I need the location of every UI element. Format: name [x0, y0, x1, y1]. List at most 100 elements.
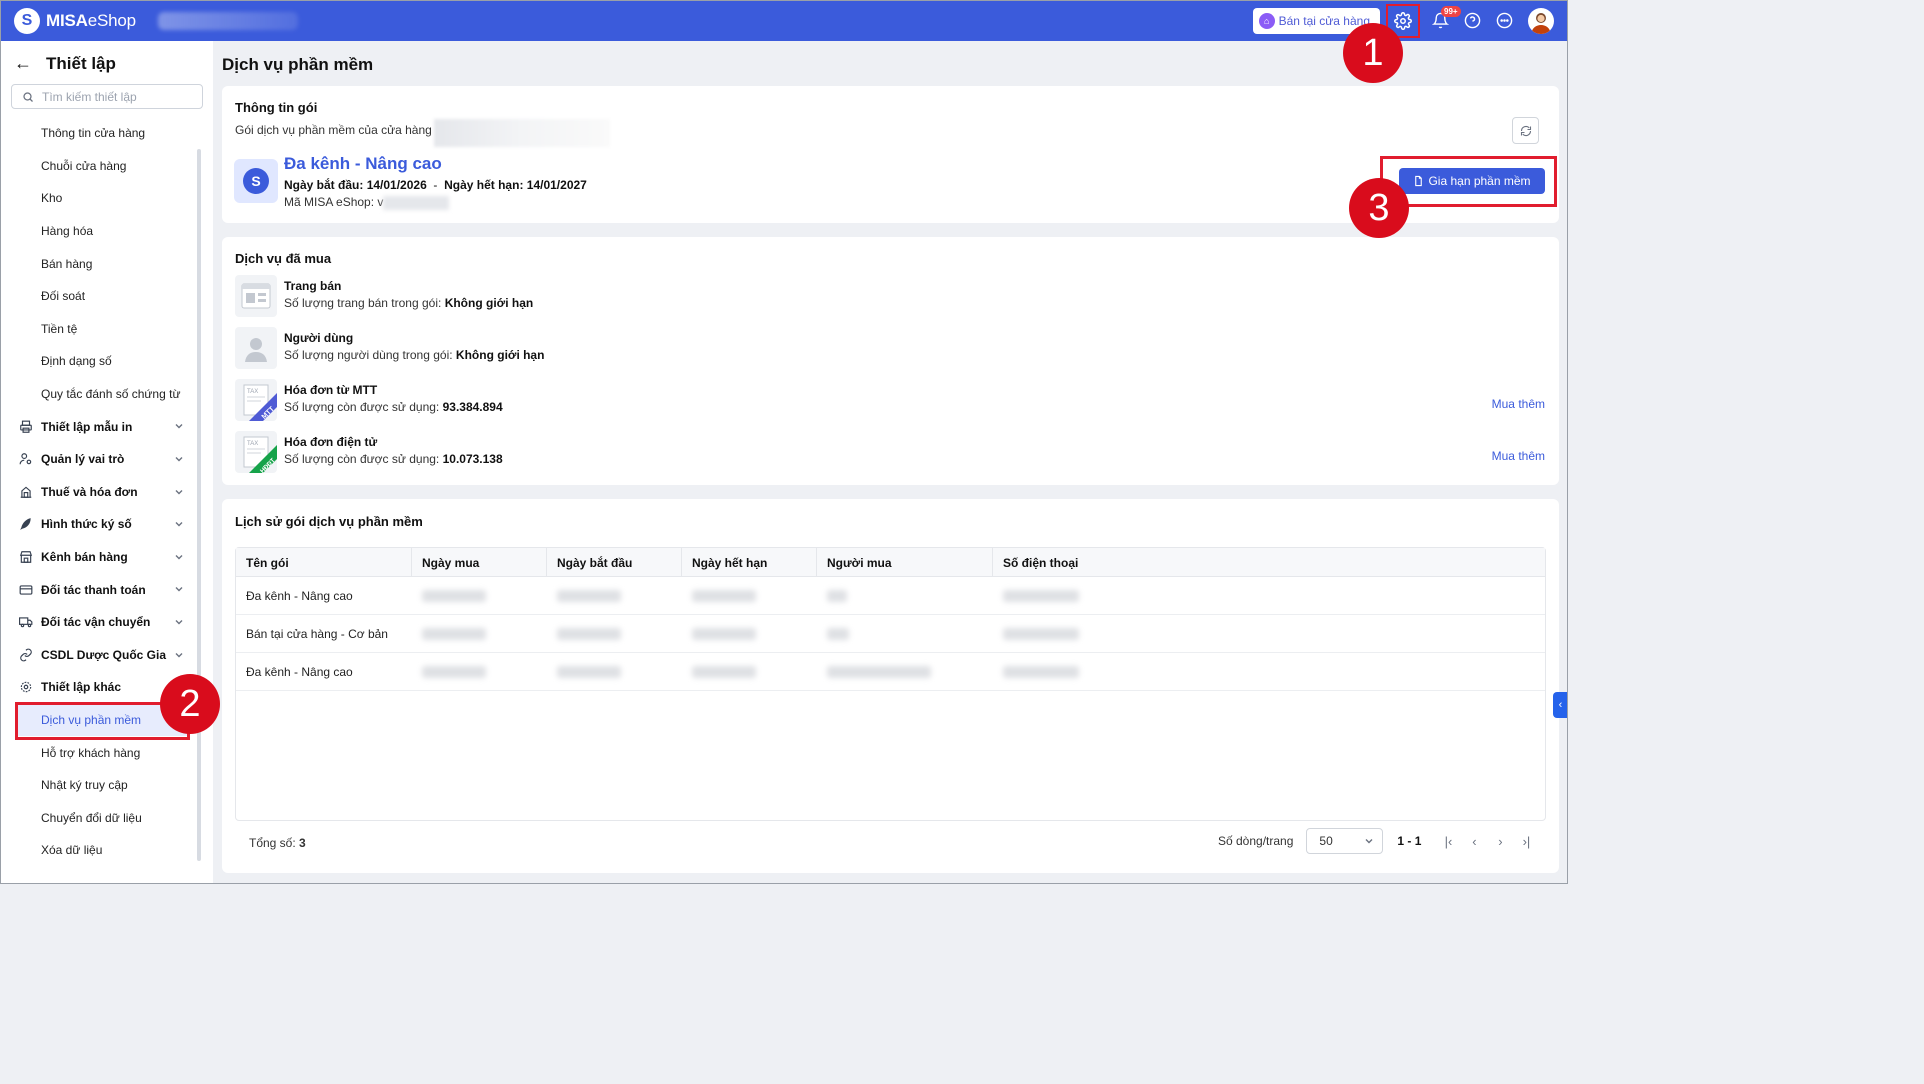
- sidebar-group-shipping-partners[interactable]: Đối tác vận chuyển: [0, 606, 200, 639]
- chevron-down-icon: [174, 649, 184, 663]
- sell-in-store-label: Bán tại cửa hàng: [1278, 13, 1370, 28]
- chevron-down-icon: [174, 616, 184, 630]
- avatar[interactable]: [1528, 7, 1554, 34]
- settings-icon: [1394, 11, 1412, 30]
- cell-redacted: [817, 577, 847, 615]
- package-code-redacted: [383, 195, 450, 210]
- refresh-icon: [1520, 125, 1531, 136]
- chevron-down-icon: [174, 486, 184, 500]
- refresh-button[interactable]: [1512, 117, 1539, 144]
- sidebar-item-currency[interactable]: Tiền tệ: [0, 313, 200, 346]
- table-row[interactable]: Đa kênh - Nâng cao: [236, 653, 1545, 691]
- next-page-icon[interactable]: ›: [1487, 834, 1513, 849]
- search-input[interactable]: [42, 89, 192, 104]
- service-desc-value: Không giới hạn: [455, 348, 545, 362]
- notification-button[interactable]: 99+: [1424, 0, 1461, 41]
- package-subtitle: Gói dịch vụ phần mềm của cửa hàng: [235, 123, 432, 137]
- sidebar-item-goods[interactable]: Hàng hóa: [0, 215, 200, 248]
- cell-package-name: Bán tại cửa hàng - Cơ bản: [246, 627, 388, 641]
- sidebar-item-label: Hàng hóa: [41, 224, 94, 239]
- callout-step-2: 2: [160, 674, 220, 734]
- service-description: Số lượng còn được sử dụng: 10.073.138: [284, 452, 503, 466]
- total-value: 3: [299, 836, 306, 850]
- sidebar-group-payment-partners[interactable]: Đối tác thanh toán: [0, 573, 200, 606]
- sidebar-item-reconciliation[interactable]: Đối soát: [0, 280, 200, 313]
- sidebar-item-warehouse[interactable]: Kho: [0, 182, 200, 215]
- settings-sidebar: ← Thiết lập Thông tin cửa hàng Chuỗi cửa…: [0, 41, 213, 884]
- column-start-date[interactable]: Ngày bắt đầu: [547, 548, 682, 577]
- prev-page-icon[interactable]: ‹: [1461, 834, 1487, 849]
- search-icon: [23, 91, 33, 102]
- buy-more-link[interactable]: Mua thêm: [1492, 397, 1545, 411]
- table-row[interactable]: Bán tại cửa hàng - Cơ bản: [236, 615, 1545, 653]
- cell-redacted: [682, 615, 756, 653]
- sidebar-item-store-info[interactable]: Thông tin cửa hàng: [0, 117, 200, 150]
- page-range: 1 - 1: [1397, 834, 1422, 848]
- cell-redacted: [993, 615, 1079, 653]
- cell-package-name: Đa kênh - Nâng cao: [246, 589, 353, 603]
- sidebar-group-label: Quản lý vai trò: [41, 452, 125, 467]
- sidebar-scrollbar[interactable]: [197, 149, 201, 861]
- top-bar: S MISAeShop ⌂ Bán tại cửa hàng 99+: [0, 0, 1568, 41]
- app-logo[interactable]: S MISAeShop: [14, 7, 136, 34]
- service-desc-label: Số lượng còn được sử dụng:: [284, 400, 440, 414]
- service-desc-label: Số lượng còn được sử dụng:: [284, 452, 440, 466]
- sidebar-item-customer-support[interactable]: Hỗ trợ khách hàng: [0, 736, 200, 769]
- chat-icon: [1496, 12, 1512, 29]
- collapse-panel-tab[interactable]: ‹: [1553, 692, 1568, 718]
- service-desc-value: 10.073.138: [442, 452, 503, 466]
- sidebar-item-store-chain[interactable]: Chuỗi cửa hàng: [0, 150, 200, 183]
- sidebar-item-access-log[interactable]: Nhật ký truy cập: [0, 769, 200, 802]
- user-avatar-icon: [1531, 12, 1551, 34]
- sidebar-item-number-format[interactable]: Định dạng số: [0, 345, 200, 378]
- settings-search[interactable]: [11, 84, 203, 109]
- sidebar-group-print-templates[interactable]: Thiết lập mẫu in: [0, 410, 200, 443]
- sidebar-group-tax-invoice[interactable]: Thuế và hóa đơn: [0, 476, 200, 509]
- table-row[interactable]: Đa kênh - Nâng cao: [236, 577, 1545, 615]
- service-item-users: Người dùng Số lượng người dùng trong gói…: [235, 327, 1545, 373]
- service-desc-label: Số lượng trang bán trong gói:: [284, 296, 442, 310]
- package-code: Mã MISA eShop: v: [284, 195, 450, 210]
- chevron-down-icon: [174, 583, 184, 597]
- sidebar-group-label: Hình thức ký số: [41, 517, 132, 532]
- column-buyer[interactable]: Người mua: [817, 548, 993, 577]
- purchased-services-title: Dịch vụ đã mua: [235, 251, 332, 266]
- service-description: Số lượng còn được sử dụng: 93.384.894: [284, 400, 503, 414]
- sidebar-item-numbering-rules[interactable]: Quy tắc đánh số chứng từ: [0, 378, 200, 411]
- sidebar-item-sales[interactable]: Bán hàng: [0, 247, 200, 280]
- cell-redacted: [993, 577, 1079, 615]
- chat-button[interactable]: [1488, 0, 1520, 41]
- service-item-sales-pages: Trang bán Số lượng trang bán trong gói: …: [235, 275, 1545, 321]
- column-purchase-date[interactable]: Ngày mua: [412, 548, 547, 577]
- last-page-icon[interactable]: ›|: [1513, 834, 1539, 849]
- column-package-name[interactable]: Tên gói: [236, 548, 412, 577]
- page-size-select[interactable]: 50: [1306, 828, 1384, 854]
- sidebar-group-pharma-db[interactable]: CSDL Dược Quốc Gia: [0, 639, 200, 672]
- first-page-icon[interactable]: |‹: [1435, 834, 1461, 849]
- cell-redacted: [817, 615, 849, 653]
- page-size-value: 50: [1319, 834, 1333, 848]
- pagination: Số dòng/trang 50 1 - 1 |‹ ‹ › ›|: [1218, 828, 1539, 854]
- tax-icon-label: TAX: [247, 389, 258, 395]
- sidebar-group-digital-signature[interactable]: Hình thức ký số: [0, 508, 200, 541]
- sidebar-group-roles[interactable]: Quản lý vai trò: [0, 443, 200, 476]
- history-table: Tên gói Ngày mua Ngày bắt đầu Ngày hết h…: [235, 547, 1546, 821]
- package-dates: Ngày bắt đầu: 14/01/2026 - Ngày hết hạn:…: [284, 178, 587, 192]
- cell-package-name: Đa kênh - Nâng cao: [246, 665, 353, 679]
- back-arrow-icon[interactable]: ←: [14, 53, 32, 74]
- sidebar-group-sales-channels[interactable]: Kênh bán hàng: [0, 541, 200, 574]
- start-date-label: Ngày bắt đầu:: [284, 178, 364, 192]
- buy-more-link[interactable]: Mua thêm: [1492, 449, 1545, 463]
- sidebar-item-delete-data[interactable]: Xóa dữ liệu: [0, 834, 200, 867]
- sidebar-item-data-conversion[interactable]: Chuyển đổi dữ liệu: [0, 801, 200, 834]
- help-button[interactable]: [1456, 0, 1488, 41]
- page-size-label: Số dòng/trang: [1218, 834, 1294, 848]
- table-total: Tổng số: 3: [249, 836, 306, 850]
- printer-icon: [18, 419, 34, 435]
- column-phone[interactable]: Số điện thoại: [993, 548, 1113, 577]
- truck-icon: [18, 614, 34, 630]
- logo-text-rest: eShop: [87, 10, 136, 30]
- chevron-down-icon: [174, 420, 184, 434]
- column-end-date[interactable]: Ngày hết hạn: [682, 548, 817, 577]
- cell-redacted: [547, 577, 621, 615]
